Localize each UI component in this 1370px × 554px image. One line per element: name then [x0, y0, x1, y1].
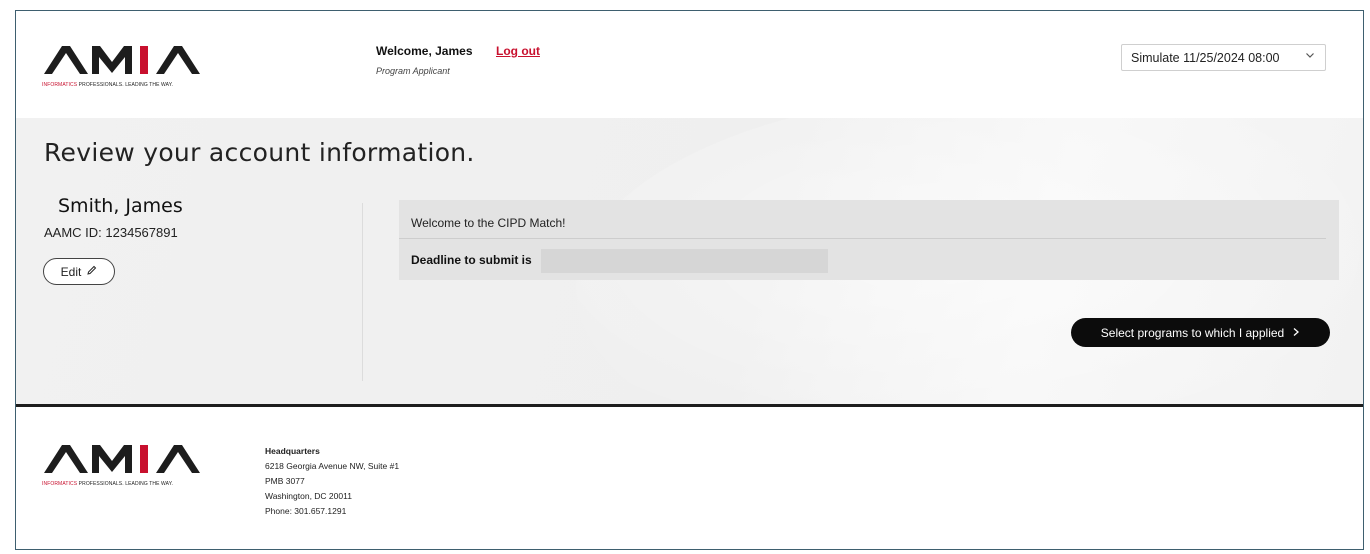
logout-link[interactable]: Log out — [496, 44, 540, 58]
user-aamc-id: AAMC ID: 1234567891 — [44, 225, 178, 240]
site-footer — [16, 407, 1363, 549]
user-name: Smith, James — [58, 195, 183, 217]
footer-logo-tagline: INFORMATICS PROFESSIONALS. LEADING THE W… — [42, 481, 174, 487]
hq-address-line2: PMB 3077 — [265, 476, 305, 486]
logo-tagline: INFORMATICS PROFESSIONALS. LEADING THE W… — [42, 82, 174, 88]
hq-phone: Phone: 301.657.1291 — [265, 506, 347, 516]
account-review-section: Review your account information. Smith, … — [16, 88, 1363, 488]
simulate-date-dropdown[interactable]: Simulate 11/25/2024 08:00 — [1121, 44, 1326, 71]
headquarters-address: Headquarters 6218 Georgia Avenue NW, Sui… — [265, 444, 399, 519]
page-frame: INFORMATICS PROFESSIONALS. LEADING THE W… — [15, 10, 1364, 550]
match-welcome-text: Welcome to the CIPD Match! — [411, 216, 566, 230]
pencil-icon — [86, 265, 97, 279]
user-role: Program Applicant — [376, 66, 450, 76]
footer-amia-logo[interactable]: INFORMATICS PROFESSIONALS. LEADING THE W… — [42, 439, 212, 494]
hq-address-line3: Washington, DC 20011 — [265, 491, 352, 501]
deadline-text: Deadline to submit is — [411, 253, 532, 267]
redacted-deadline — [541, 249, 828, 273]
match-info-panel: Welcome to the CIPD Match! Deadline to s… — [399, 200, 1339, 280]
panel-divider — [399, 238, 1326, 239]
chevron-right-icon — [1292, 326, 1300, 340]
amia-logo-mark — [44, 46, 200, 74]
simulate-label: Simulate 11/25/2024 08:00 — [1131, 50, 1280, 65]
select-programs-label: Select programs to which I applied — [1100, 325, 1285, 340]
page-title: Review your account information. — [44, 138, 475, 167]
amia-logo[interactable]: INFORMATICS PROFESSIONALS. LEADING THE W… — [42, 40, 212, 95]
hq-address-line1: 6218 Georgia Avenue NW, Suite #1 — [265, 461, 400, 471]
welcome-text: Welcome, James — [376, 44, 473, 58]
edit-button[interactable]: Edit — [43, 258, 115, 285]
hq-title: Headquarters — [265, 446, 320, 456]
select-programs-button[interactable]: Select programs to which I applied — [1071, 318, 1330, 347]
chevron-down-icon — [1305, 50, 1315, 63]
edit-label: Edit — [60, 264, 82, 279]
vertical-divider — [362, 203, 363, 381]
footer-logo-mark — [44, 445, 200, 473]
